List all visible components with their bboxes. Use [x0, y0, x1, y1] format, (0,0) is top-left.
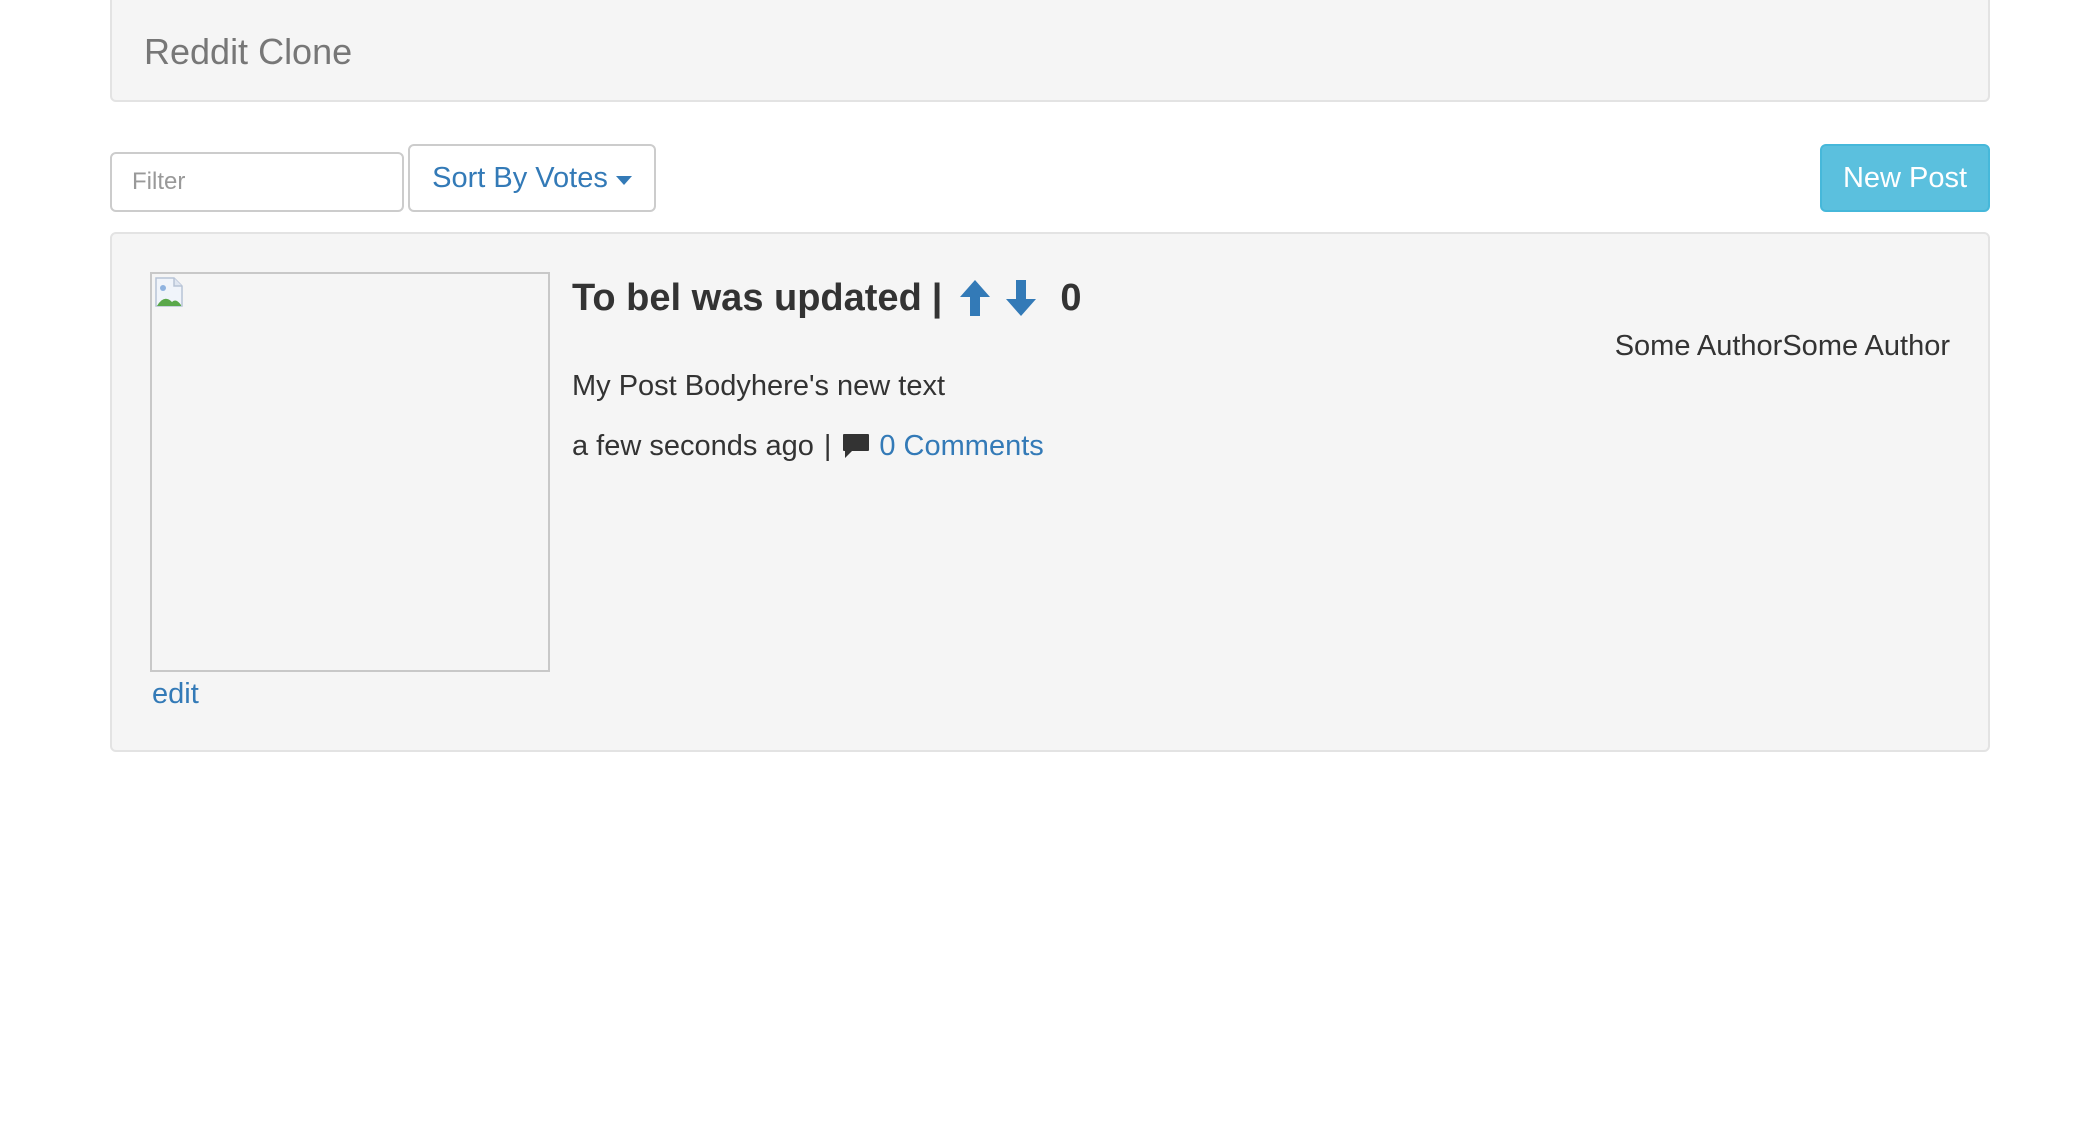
post-body: My Post Bodyhere's new text	[572, 370, 946, 402]
broken-image-icon	[155, 277, 183, 307]
post-author: Some AuthorSome Author	[1614, 330, 1950, 362]
filter-input[interactable]	[110, 152, 404, 212]
meta-separator: |	[823, 430, 832, 462]
post-title: To bel was updated	[572, 276, 922, 319]
title-separator: |	[931, 276, 943, 319]
caret-down-icon	[615, 175, 632, 185]
arrow-down-icon[interactable]	[1004, 278, 1038, 318]
sort-dropdown-button[interactable]: Sort By Votes	[408, 144, 656, 212]
post-card: edit To bel was updated | 0 Some AuthorS…	[110, 232, 1990, 752]
post-title-row: To bel was updated | 0	[572, 270, 1082, 326]
vote-count: 0	[1060, 276, 1082, 319]
new-post-button[interactable]: New Post	[1820, 144, 1990, 212]
post-thumbnail[interactable]	[150, 272, 550, 672]
post-meta: a few seconds ago | 0 Comments	[572, 426, 1044, 466]
sort-dropdown-label: Sort By Votes	[432, 161, 608, 194]
comment-icon	[843, 434, 870, 458]
navbar: Reddit Clone	[110, 0, 1990, 102]
brand-link[interactable]: Reddit Clone	[144, 28, 352, 76]
post-timestamp: a few seconds ago	[572, 430, 814, 462]
edit-link[interactable]: edit	[152, 674, 199, 714]
arrow-up-icon[interactable]	[958, 278, 992, 318]
comments-link[interactable]: 0 Comments	[879, 426, 1043, 466]
